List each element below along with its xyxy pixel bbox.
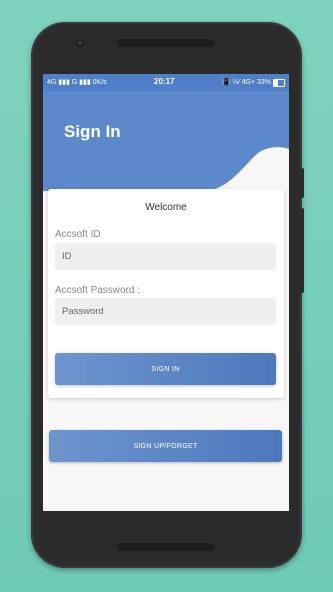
- page-title: Sign In: [64, 122, 121, 141]
- sign-in-button[interactable]: SIGN IN: [55, 353, 276, 385]
- signup-forget-button[interactable]: SIGN UP/FORGET: [49, 430, 282, 462]
- app-screen: 4G ▮▮▮ G ▮▮▮ 0K/s 20:17 📳 ¼⁄ 4G+ 33% Sig…: [43, 74, 289, 511]
- status-time: 20:17: [154, 77, 175, 86]
- battery-icon: [273, 79, 285, 87]
- welcome-text: Welcome: [145, 202, 187, 213]
- password-input[interactable]: [55, 298, 276, 325]
- sign-in-card: Welcome Accsoft ID Accsoft Password : SI…: [48, 189, 284, 398]
- front-camera: [76, 39, 84, 47]
- id-input[interactable]: [55, 243, 276, 270]
- bottom-speaker: [117, 543, 215, 551]
- password-label: Accsoft Password :: [55, 285, 141, 296]
- earpiece-speaker: [117, 39, 215, 47]
- volume-button: [300, 208, 304, 293]
- power-button: [300, 168, 304, 198]
- id-label: Accsoft ID: [55, 229, 101, 240]
- status-bar: 4G ▮▮▮ G ▮▮▮ 0K/s 20:17 📳 ¼⁄ 4G+ 33%: [43, 74, 289, 91]
- signal-info: 4G ▮▮▮ G ▮▮▮ 0K/s: [47, 79, 107, 86]
- battery-info: 📳 ¼⁄ 4G+ 33%: [222, 79, 271, 86]
